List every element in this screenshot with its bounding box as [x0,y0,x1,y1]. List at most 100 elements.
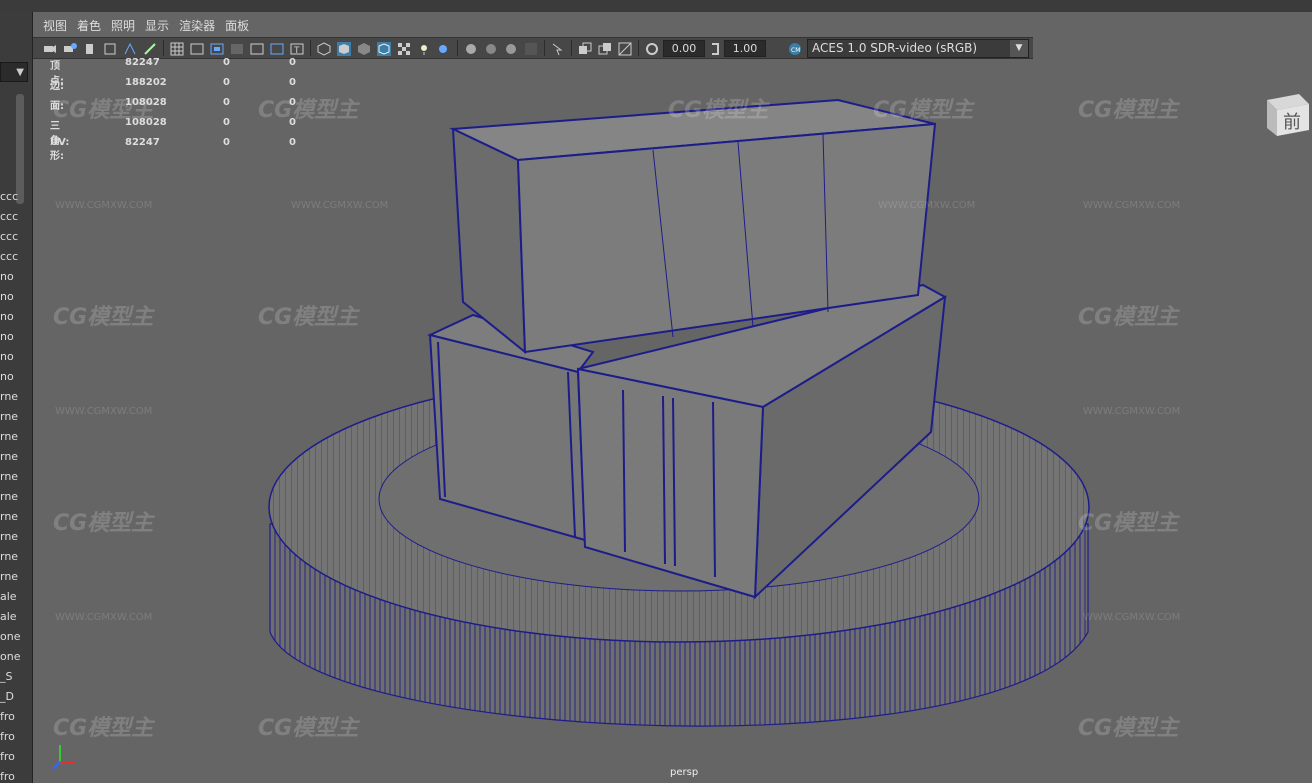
grid-icon[interactable] [170,41,184,56]
safe-action-icon[interactable] [270,41,284,55]
outliner-item[interactable]: _D [0,687,32,707]
outliner-item[interactable]: ccc [0,227,32,247]
depth-of-field-icon[interactable] [524,41,538,55]
watermark-url: WWW.CGMXW.COM [1083,612,1180,623]
view-cube[interactable]: 前 [1259,86,1309,136]
watermark-logo: CG模型主 [258,716,360,741]
outliner-item[interactable]: ale [0,587,32,607]
textured-icon[interactable] [397,41,411,55]
gamma-field[interactable]: 1.00 [724,40,766,57]
outliner-item[interactable]: rne [0,447,32,467]
outliner-list: ccc ccc ccc ccc no no no no no no rne rne rne rne rne r… [0,187,32,783]
axis-gizmo [52,745,75,770]
outliner-item[interactable]: ccc [0,247,32,267]
hud-value: 0 [289,97,296,108]
2d-pan-icon[interactable] [123,41,137,55]
color-management-icon[interactable]: CM [788,41,802,55]
outliner-item[interactable]: one [0,627,32,647]
outliner-item[interactable]: fro [0,747,32,767]
outliner-item[interactable]: rne [0,467,32,487]
isolate-select-icon[interactable] [551,41,565,56]
chevron-down-icon: ▼ [1010,40,1028,57]
hud-value: 0 [223,97,230,108]
watermark-url: WWW.CGMXW.COM [291,200,388,211]
field-chart-icon[interactable] [250,41,264,55]
xray-icon[interactable] [578,41,592,55]
menu-item[interactable]: 显示 [145,15,169,37]
viewcube-face-label: 前 [1283,112,1301,133]
chevron-down-icon: ▼ [16,67,24,78]
default-material-icon[interactable] [357,41,371,55]
menu-item[interactable]: 照明 [111,15,135,37]
watermark-url: WWW.CGMXW.COM [55,200,152,211]
outliner-item[interactable]: ccc [0,207,32,227]
outliner-item[interactable]: fro [0,707,32,727]
outliner-item[interactable]: no [0,287,32,307]
hud-value: 82247 [125,137,160,148]
outliner-dropdown[interactable]: ▼ [0,62,28,82]
safe-title-icon[interactable]: T [290,41,304,56]
hud-value: 188202 [125,77,167,88]
wireframe-icon[interactable] [317,41,331,56]
film-gate-icon[interactable] [190,41,204,55]
outliner-item[interactable]: one [0,647,32,667]
outliner-item[interactable]: no [0,367,32,387]
outliner-item[interactable]: rne [0,547,32,567]
svg-text:CM: CM [791,47,800,54]
watermark-logo: CG模型主 [873,98,975,123]
watermark-logo: CG模型主 [258,98,360,123]
hud-value: 108028 [125,117,167,128]
hud-value: 0 [223,77,230,88]
svg-text:T: T [293,46,300,56]
menu-item[interactable]: 面板 [225,15,249,37]
grease-pencil-icon[interactable] [143,41,157,55]
outliner-item[interactable]: no [0,327,32,347]
shadows-icon[interactable] [437,41,451,55]
outliner-item[interactable]: rne [0,387,32,407]
menu-item[interactable]: 视图 [43,15,67,37]
viewport-persp[interactable]: CG模型主 CG模型主 CG模型主 CG模型主 CG模型主 CG模型主 CG模型… [33,12,1312,783]
color-space-dropdown[interactable]: ACES 1.0 SDR-video (sRGB) ▼ [807,39,1029,58]
outliner-item[interactable]: ale [0,607,32,627]
anti-aliasing-icon[interactable] [504,41,518,55]
outliner-item[interactable]: no [0,267,32,287]
wireframe-on-shaded-icon[interactable] [377,41,391,56]
outliner-item[interactable]: rne [0,427,32,447]
exposure-field[interactable]: 0.00 [663,40,705,57]
outliner-item[interactable]: rne [0,507,32,527]
menu-item[interactable]: 着色 [77,15,101,37]
watermark-logo: CG模型主 [53,716,155,741]
gate-mask-icon[interactable] [230,41,244,55]
outliner-item[interactable]: rne [0,407,32,427]
backface-icon[interactable] [618,41,632,56]
outliner-item[interactable]: no [0,347,32,367]
hud-value: 0 [289,137,296,148]
xray-joints-icon[interactable] [598,41,612,55]
hud-label: UV: [50,137,70,148]
outliner-item[interactable]: fro [0,727,32,747]
hud-value: 108028 [125,97,167,108]
outliner-item[interactable]: ccc [0,187,32,207]
outliner-item[interactable]: rne [0,487,32,507]
ambient-occlusion-icon[interactable] [464,41,478,55]
bookmark-icon[interactable] [83,41,97,55]
camera-attrs-icon[interactable] [63,41,77,55]
outliner-item[interactable]: rne [0,567,32,587]
hud-label: 面: [50,101,64,112]
outliner-item[interactable]: fro [0,767,32,783]
hud-value: 0 [289,77,296,88]
outliner-item[interactable]: rne [0,527,32,547]
lights-icon[interactable] [417,41,431,55]
outliner-item[interactable]: no [0,307,32,327]
hud-value: 0 [223,57,230,68]
smooth-shade-icon[interactable] [337,41,351,56]
image-plane-icon[interactable] [103,41,117,55]
viewport-toolbar: T 0.00 1.00 CM ACES 1.0 SDR-video (sRGB)… [33,37,1033,59]
outliner-item[interactable]: _S [0,667,32,687]
select-camera-icon[interactable] [43,41,57,55]
resolution-gate-icon[interactable] [210,41,224,55]
menu-item[interactable]: 渲染器 [179,15,215,37]
gamma-icon[interactable] [708,41,722,55]
motion-blur-icon[interactable] [484,41,498,55]
exposure-icon[interactable] [645,41,659,55]
